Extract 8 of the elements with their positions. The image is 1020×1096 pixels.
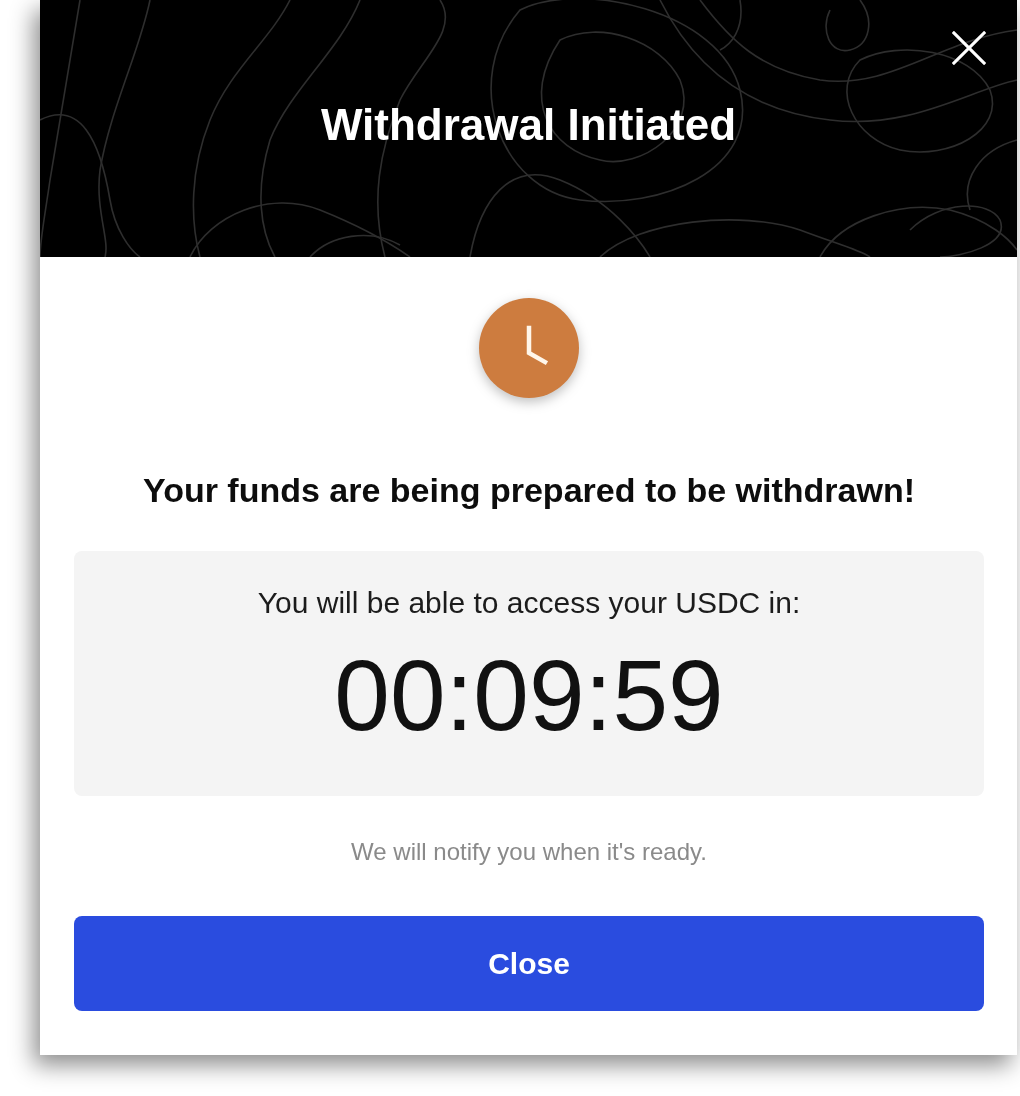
countdown-label: You will be able to access your USDC in: [257,586,801,620]
close-button[interactable]: Close [74,916,984,1011]
dialog-title: Withdrawal Initiated [320,98,737,151]
close-icon[interactable] [952,31,986,65]
status-heading: Your funds are being prepared to be withdrawn! [143,471,915,509]
countdown-timer: 00:09:59 [334,640,724,750]
notify-note: We will notify you when it's ready. [351,839,707,865]
clock-icon [479,298,579,398]
